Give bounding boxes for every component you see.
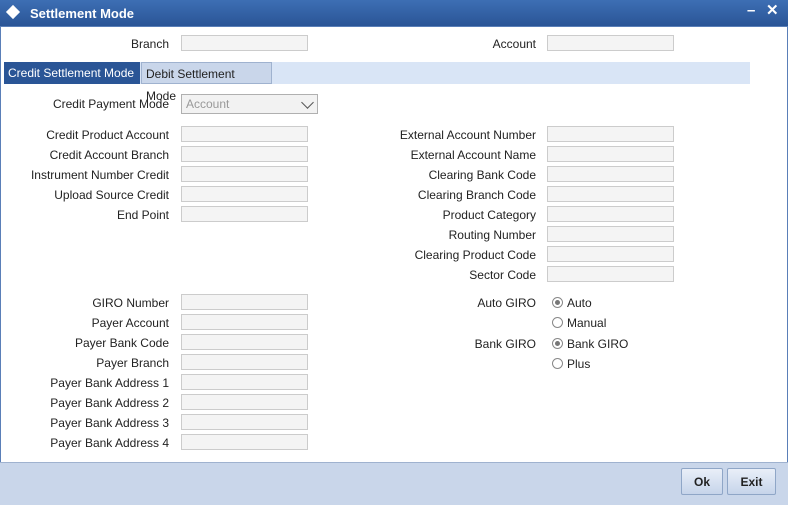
- branch-field[interactable]: [181, 35, 308, 51]
- tab-credit-settlement-mode[interactable]: Credit Settlement Mode: [4, 62, 140, 84]
- credit-payment-mode-select[interactable]: Account: [181, 94, 318, 114]
- plus-radio[interactable]: [552, 358, 563, 369]
- manual-radio[interactable]: [552, 317, 563, 328]
- payer-bank-address-4-label: Payer Bank Address 4: [50, 436, 169, 450]
- sector-code-field[interactable]: [547, 266, 674, 282]
- external-account-number-label: External Account Number: [399, 128, 536, 142]
- payer-bank-code-label: Payer Bank Code: [74, 336, 169, 350]
- branch-label: Branch: [130, 37, 169, 51]
- instrument-number-credit-label: Instrument Number Credit: [30, 168, 169, 182]
- upload-source-credit-field[interactable]: [181, 186, 308, 202]
- instrument-number-credit-field[interactable]: [181, 166, 308, 182]
- product-category-label: Product Category: [442, 208, 536, 222]
- diamond-icon: [5, 4, 21, 20]
- auto-radio-label: Auto: [567, 296, 592, 310]
- payer-account-label: Payer Account: [91, 316, 169, 330]
- giro-number-label: GIRO Number: [92, 296, 169, 310]
- payer-bank-address-1-field[interactable]: [181, 374, 308, 390]
- clearing-bank-code-field[interactable]: [547, 166, 674, 182]
- upload-source-credit-label: Upload Source Credit: [54, 188, 169, 202]
- auto-radio[interactable]: [552, 297, 563, 308]
- minimize-icon[interactable]: –: [747, 2, 755, 19]
- credit-account-branch-field[interactable]: [181, 146, 308, 162]
- routing-number-label: Routing Number: [448, 228, 536, 242]
- sector-code-label: Sector Code: [469, 268, 536, 282]
- clearing-branch-code-field[interactable]: [547, 186, 674, 202]
- credit-account-branch-label: Credit Account Branch: [49, 148, 169, 162]
- bank-giro-radio-label: Bank GIRO: [567, 337, 629, 351]
- payer-account-field[interactable]: [181, 314, 308, 330]
- account-label: Account: [492, 37, 536, 51]
- routing-number-field[interactable]: [547, 226, 674, 242]
- payer-bank-address-3-field[interactable]: [181, 414, 308, 430]
- bank-giro-label: Bank GIRO: [474, 337, 536, 351]
- external-account-number-field[interactable]: [547, 126, 674, 142]
- bank-giro-radio[interactable]: [552, 338, 563, 349]
- auto-giro-label: Auto GIRO: [477, 296, 536, 310]
- credit-product-account-label: Credit Product Account: [46, 128, 169, 142]
- giro-number-field[interactable]: [181, 294, 308, 310]
- payer-branch-field[interactable]: [181, 354, 308, 370]
- payer-bank-address-3-label: Payer Bank Address 3: [50, 416, 169, 430]
- footer-bar: [0, 462, 788, 505]
- end-point-field[interactable]: [181, 206, 308, 222]
- credit-payment-mode-value: Account: [186, 97, 230, 111]
- payer-bank-address-1-label: Payer Bank Address 1: [50, 376, 169, 390]
- end-point-label: End Point: [116, 208, 169, 222]
- exit-button[interactable]: Exit: [727, 468, 776, 495]
- payer-branch-label: Payer Branch: [96, 356, 169, 370]
- payer-bank-address-2-field[interactable]: [181, 394, 308, 410]
- manual-radio-label: Manual: [567, 316, 607, 330]
- plus-radio-label: Plus: [567, 357, 591, 371]
- payer-bank-address-2-label: Payer Bank Address 2: [50, 396, 169, 410]
- ok-button[interactable]: Ok: [681, 468, 723, 495]
- external-account-name-label: External Account Name: [410, 148, 536, 162]
- chevron-down-icon: [301, 96, 314, 109]
- title-bar: Settlement Mode – ✕: [0, 0, 788, 26]
- clearing-branch-code-label: Clearing Branch Code: [417, 188, 536, 202]
- product-category-field[interactable]: [547, 206, 674, 222]
- payer-bank-address-4-field[interactable]: [181, 434, 308, 450]
- close-icon[interactable]: ✕: [766, 1, 779, 19]
- clearing-bank-code-label: Clearing Bank Code: [428, 168, 536, 182]
- clearing-product-code-field[interactable]: [547, 246, 674, 262]
- credit-product-account-field[interactable]: [181, 126, 308, 142]
- external-account-name-field[interactable]: [547, 146, 674, 162]
- window-title: Settlement Mode: [30, 6, 135, 21]
- credit-payment-mode-label: Credit Payment Mode: [52, 97, 169, 111]
- tab-debit-settlement-mode[interactable]: Debit Settlement Mode: [141, 62, 272, 103]
- payer-bank-code-field[interactable]: [181, 334, 308, 350]
- clearing-product-code-label: Clearing Product Code: [414, 248, 536, 262]
- account-field[interactable]: [547, 35, 674, 51]
